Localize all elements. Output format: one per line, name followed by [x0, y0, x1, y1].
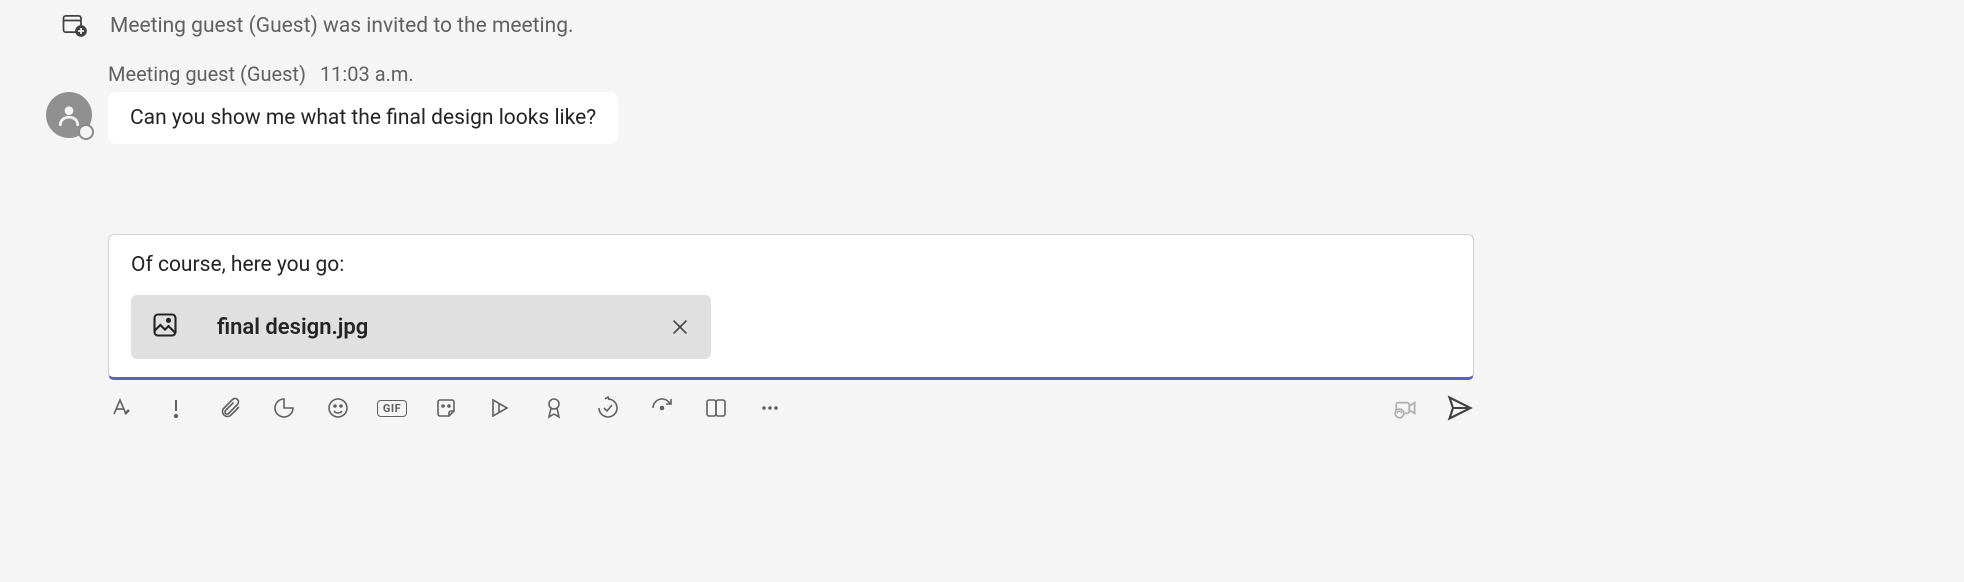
compose-area[interactable]: Of course, here you go: final design.jpg: [108, 234, 1474, 380]
priority-icon[interactable]: [162, 394, 190, 422]
compose-toolbar: GIF: [108, 394, 1474, 422]
compose-text[interactable]: Of course, here you go:: [131, 253, 1451, 277]
message-row: Can you show me what the final design lo…: [40, 92, 1924, 144]
video-clip-icon[interactable]: [1392, 394, 1420, 422]
viva-icon[interactable]: [702, 394, 730, 422]
more-icon[interactable]: [756, 394, 784, 422]
update-icon[interactable]: [648, 394, 676, 422]
format-icon[interactable]: [108, 394, 136, 422]
approvals-icon[interactable]: [594, 394, 622, 422]
sender-name: Meeting guest (Guest): [108, 62, 306, 86]
stream-icon[interactable]: [486, 394, 514, 422]
system-message-text: Meeting guest (Guest) was invited to the…: [110, 14, 574, 38]
emoji-icon[interactable]: [324, 394, 352, 422]
close-icon[interactable]: [669, 316, 691, 338]
attachment-chip[interactable]: final design.jpg: [131, 295, 711, 359]
system-message: Meeting guest (Guest) was invited to the…: [40, 10, 1924, 42]
presence-indicator: [78, 124, 94, 140]
attachment-name: final design.jpg: [217, 315, 631, 340]
send-button[interactable]: [1446, 394, 1474, 422]
avatar[interactable]: [46, 92, 92, 138]
message-body: Can you show me what the final design lo…: [130, 106, 596, 130]
calendar-add-icon: [60, 10, 88, 42]
attachment-icon[interactable]: [216, 394, 244, 422]
message-bubble[interactable]: Can you show me what the final design lo…: [108, 92, 618, 144]
message-timestamp: 11:03 a.m.: [320, 62, 414, 86]
sticker-icon[interactable]: [432, 394, 460, 422]
gif-icon[interactable]: GIF: [378, 394, 406, 422]
praise-icon[interactable]: [540, 394, 568, 422]
loop-icon[interactable]: [270, 394, 298, 422]
image-icon: [151, 311, 179, 343]
message-header: Meeting guest (Guest) 11:03 a.m.: [108, 62, 1924, 86]
